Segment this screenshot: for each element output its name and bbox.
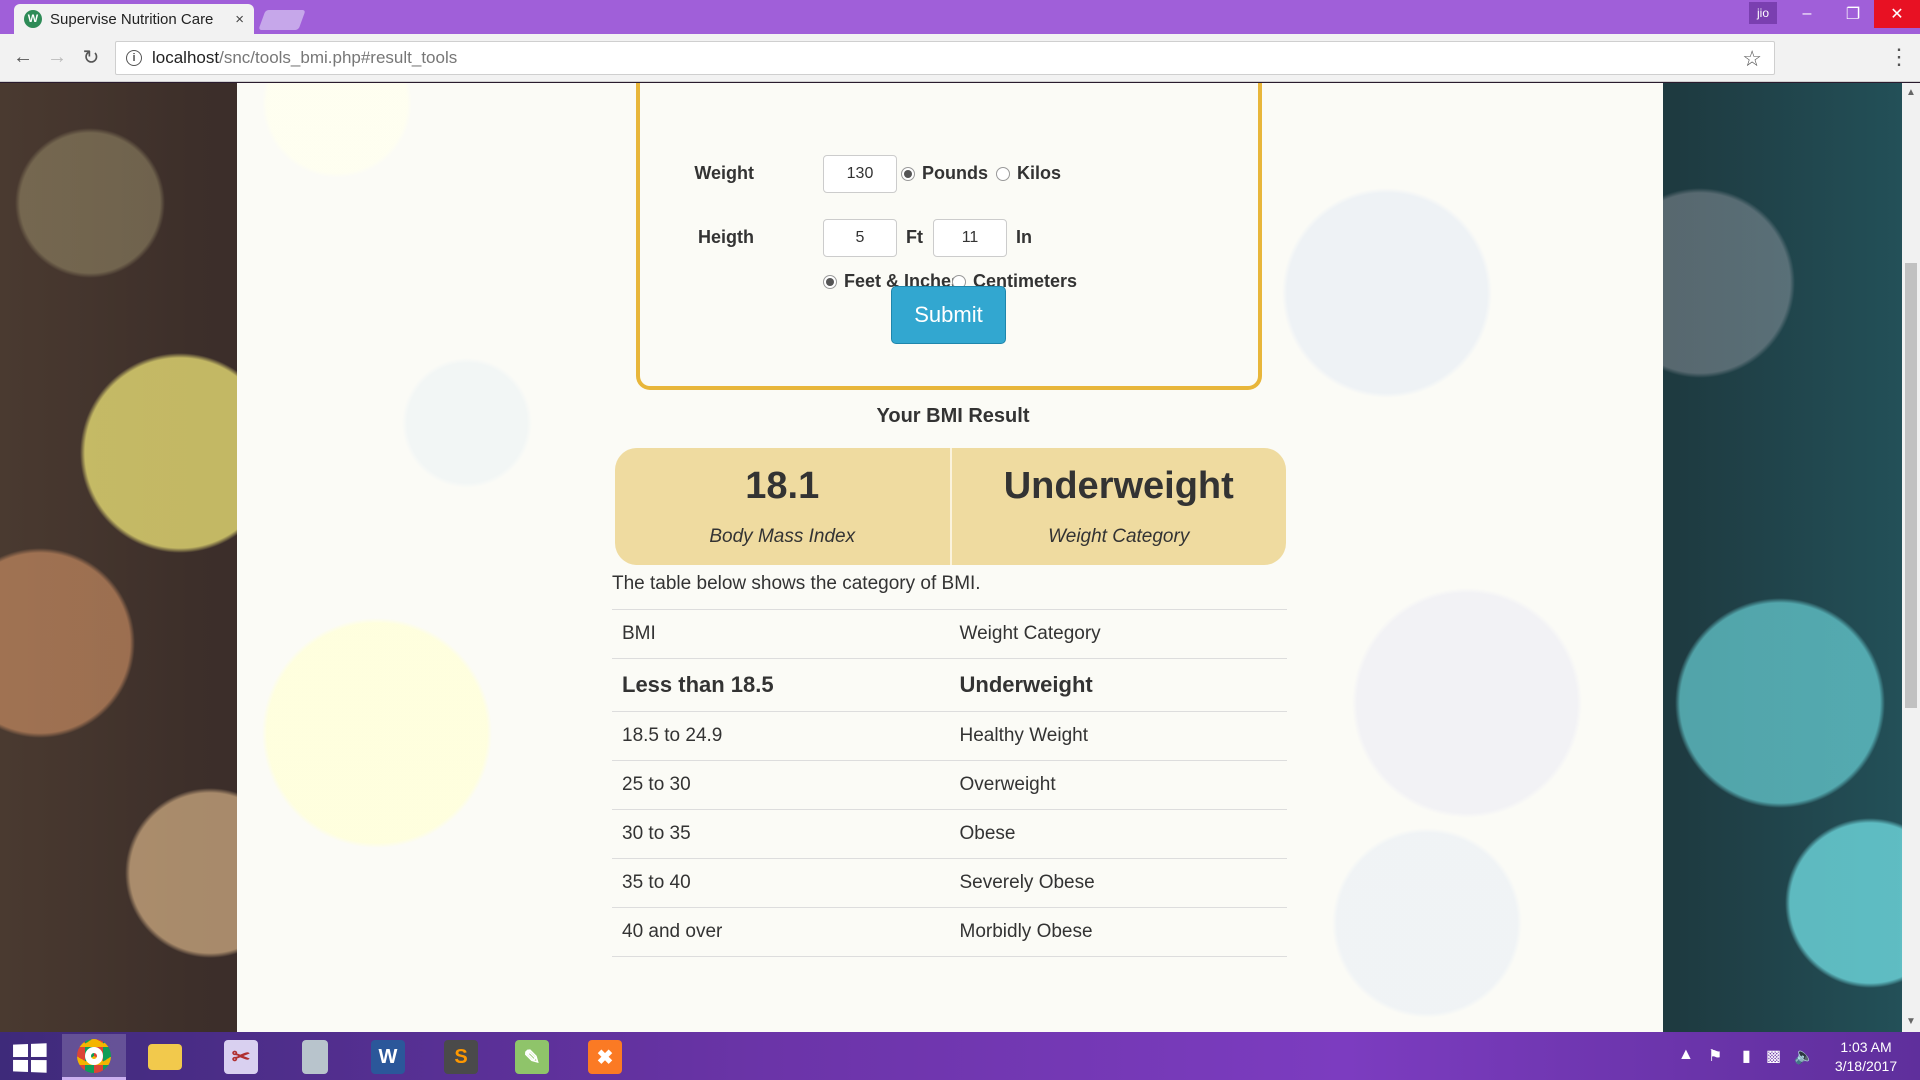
category-cell: Obese — [949, 809, 1287, 859]
table-row: 30 to 35 Obese — [612, 809, 1287, 859]
weight-label: Weight — [694, 163, 754, 183]
bmi-value: 18.1 — [745, 465, 820, 507]
scroll-thumb[interactable] — [1905, 263, 1917, 708]
windows-taskbar: ✂ W S ✎ ✖ ▲ ⚑ ▮ ▩ 🔈 1:03 AM 3/18/2017 — [0, 1032, 1920, 1080]
pounds-radio[interactable]: Pounds — [901, 163, 988, 184]
scroll-down-icon[interactable]: ▼ — [1906, 1016, 1916, 1027]
site-favicon-icon: W — [24, 10, 42, 28]
tray-overflow-icon[interactable]: ▲ — [1678, 1046, 1694, 1064]
browser-tab[interactable]: W Supervise Nutrition Care × — [14, 4, 254, 34]
snipping-tool-icon[interactable]: ✂ — [209, 1034, 273, 1080]
word-icon[interactable]: W — [356, 1034, 420, 1080]
network-signal-icon[interactable]: ▩ — [1766, 1046, 1781, 1066]
volume-icon[interactable]: 🔈 — [1794, 1046, 1814, 1066]
category-cell: Morbidly Obese — [949, 907, 1287, 957]
pounds-label: Pounds — [922, 163, 988, 183]
new-tab-button[interactable] — [258, 10, 306, 30]
tab-title: Supervise Nutrition Care — [50, 10, 214, 28]
table-row: 25 to 30 Overweight — [612, 760, 1287, 810]
kilos-radio[interactable]: Kilos — [996, 163, 1061, 184]
weight-category-caption: Weight Category — [1048, 526, 1190, 547]
kilos-label: Kilos — [1017, 163, 1062, 183]
sublime-text-icon[interactable]: S — [429, 1034, 493, 1080]
height-label: Heigth — [698, 227, 754, 247]
kilos-radio-button[interactable] — [996, 166, 1010, 181]
table-row: 40 and over Morbidly Obese — [612, 907, 1287, 957]
battery-icon[interactable]: ▮ — [1742, 1046, 1751, 1066]
reload-icon[interactable]: ↻ — [78, 44, 104, 70]
header-cell-category: Weight Category — [949, 609, 1287, 659]
chrome-icon[interactable] — [62, 1034, 126, 1080]
forward-icon[interactable]: → — [44, 44, 70, 70]
bmi-range-cell: 40 and over — [612, 907, 950, 957]
xampp-icon[interactable]: ✖ — [573, 1034, 637, 1080]
bmi-category-table: BMI Weight Category Less than 18.5 Under… — [612, 609, 1287, 957]
bmi-result-panel: 18.1 Body Mass Index Underweight Weight … — [615, 448, 1286, 565]
profile-badge[interactable]: jio — [1749, 2, 1777, 24]
pounds-radio-button[interactable] — [901, 166, 915, 181]
page-content: Weight Pounds Kilos Heigth Ft In Feet & … — [237, 83, 1663, 1032]
table-row: Less than 18.5 Underweight — [612, 658, 1287, 712]
weight-category-value: Underweight — [1003, 465, 1234, 507]
scroll-up-icon[interactable]: ▲ — [1906, 87, 1916, 98]
table-row: 18.5 to 24.9 Healthy Weight — [612, 711, 1287, 761]
submit-button[interactable]: Submit — [891, 286, 1006, 344]
notepad-icon[interactable]: ✎ — [500, 1034, 564, 1080]
table-note: The table below shows the category of BM… — [612, 573, 981, 594]
clock-time: 1:03 AM — [1840, 1039, 1892, 1055]
url-text: localhost/snc/tools_bmi.php#result_tools — [152, 48, 458, 67]
inches-input[interactable] — [933, 219, 1007, 257]
feet-inches-radio-button[interactable] — [823, 274, 837, 289]
category-cell: Healthy Weight — [949, 711, 1287, 761]
browser-titlebar: W Supervise Nutrition Care × jio – ❐ ✕ — [0, 0, 1920, 34]
inches-unit-label: In — [1016, 227, 1032, 247]
clock-date: 3/18/2017 — [1834, 1058, 1898, 1074]
weight-input[interactable] — [823, 155, 897, 193]
bmi-range-cell: 25 to 30 — [612, 760, 950, 810]
bmi-range-cell: 18.5 to 24.9 — [612, 711, 950, 761]
feet-input[interactable] — [823, 219, 897, 257]
action-center-flag-icon[interactable]: ⚑ — [1708, 1046, 1722, 1066]
bmi-range-cell: Less than 18.5 — [612, 658, 950, 712]
table-header-row: BMI Weight Category — [612, 609, 1287, 659]
close-window-icon[interactable]: ✕ — [1874, 0, 1920, 28]
bmi-value-cell: 18.1 Body Mass Index — [615, 448, 950, 565]
page-scrollbar[interactable]: ▲ ▼ — [1902, 83, 1920, 1032]
tab-close-icon[interactable]: × — [235, 11, 244, 28]
table-row: 35 to 40 Severely Obese — [612, 858, 1287, 908]
category-cell: Overweight — [949, 760, 1287, 810]
minimize-icon[interactable]: – — [1784, 0, 1830, 28]
file-explorer-icon[interactable] — [133, 1034, 197, 1080]
address-bar[interactable]: i localhost/snc/tools_bmi.php#result_too… — [115, 41, 1775, 75]
bookmark-star-icon[interactable]: ☆ — [1742, 46, 1762, 72]
bmi-result-title: Your BMI Result — [876, 405, 1030, 427]
category-cell: Severely Obese — [949, 858, 1287, 908]
feet-unit-label: Ft — [906, 227, 923, 247]
calculator-icon[interactable] — [283, 1034, 347, 1080]
windows-start-icon[interactable] — [13, 1043, 47, 1073]
browser-menu-icon[interactable]: ⋮ — [1888, 44, 1910, 70]
page-viewport: Weight Pounds Kilos Heigth Ft In Feet & … — [0, 83, 1902, 1032]
bmi-range-cell: 30 to 35 — [612, 809, 950, 859]
bmi-caption: Body Mass Index — [709, 526, 856, 547]
weight-category-cell: Underweight Weight Category — [949, 448, 1287, 565]
browser-toolbar: ← → ↻ i localhost/snc/tools_bmi.php#resu… — [0, 34, 1920, 82]
restore-icon[interactable]: ❐ — [1830, 0, 1876, 28]
header-cell-bmi: BMI — [612, 609, 950, 659]
taskbar-clock[interactable]: 1:03 AM 3/18/2017 — [1818, 1038, 1914, 1076]
back-icon[interactable]: ← — [10, 44, 36, 70]
info-icon[interactable]: i — [126, 50, 142, 66]
bmi-range-cell: 35 to 40 — [612, 858, 950, 908]
category-cell: Underweight — [949, 658, 1287, 712]
